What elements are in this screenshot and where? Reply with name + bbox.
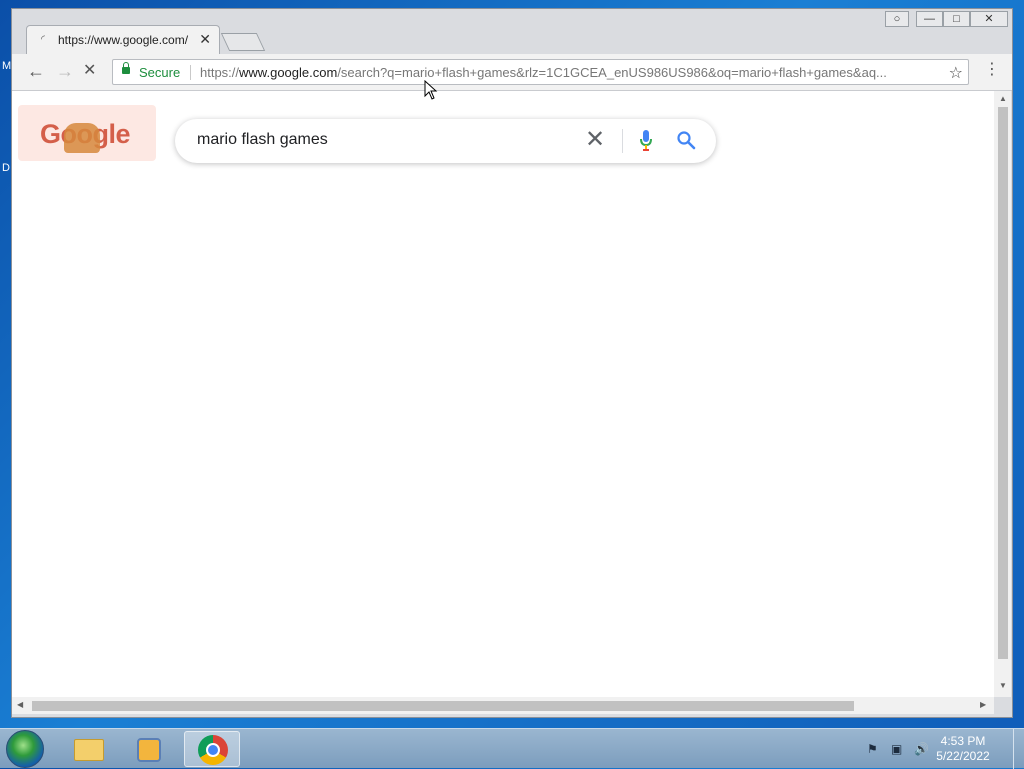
vertical-scroll-thumb[interactable]: [998, 107, 1008, 659]
loading-spinner-icon: ◜: [41, 34, 45, 45]
lock-icon: [122, 62, 130, 74]
taskbar-media-player-button[interactable]: [120, 731, 176, 767]
scroll-right-arrow-icon[interactable]: ▶: [980, 700, 986, 709]
search-icon[interactable]: [676, 130, 696, 150]
network-icon[interactable]: ▣: [891, 742, 905, 756]
bookmark-star-icon[interactable]: ☆: [949, 63, 963, 83]
maximize-button[interactable]: □: [943, 11, 970, 27]
desktop-text-fragment: M: [2, 60, 12, 72]
url-path: /search?q=mario+flash+games&rlz=1C1GCEA_…: [337, 65, 887, 80]
stop-loading-button[interactable]: ✕: [83, 62, 96, 80]
start-button[interactable]: [6, 730, 44, 768]
chrome-window: ◜ https://www.google.com/ ✕ ○ — □ ✕ ← → …: [11, 8, 1013, 718]
back-button[interactable]: ←: [27, 62, 45, 80]
chrome-menu-icon[interactable]: ⋮: [984, 62, 1000, 78]
tab-close-icon[interactable]: ✕: [199, 31, 211, 48]
minimize-button[interactable]: —: [916, 11, 943, 27]
url-scheme: https://: [200, 65, 240, 80]
taskbar-explorer-button[interactable]: [60, 731, 116, 767]
search-divider: [622, 129, 623, 153]
vertical-scrollbar[interactable]: ▲ ▼: [994, 91, 1011, 697]
tab-google-search[interactable]: ◜ https://www.google.com/ ✕: [26, 25, 220, 54]
folder-icon: [74, 739, 104, 761]
desktop-text-fragment: D: [2, 162, 10, 174]
horizontal-scroll-thumb[interactable]: [32, 701, 854, 711]
address-bar[interactable]: Secure https://www.google.com/search?q=m…: [112, 59, 969, 85]
action-center-icon[interactable]: ⚑: [867, 742, 881, 756]
taskbar: ⚑ ▣ 🔊 4:53 PM 5/22/2022: [0, 728, 1024, 769]
mouse-pointer-icon: [424, 80, 438, 100]
system-clock[interactable]: 4:53 PM 5/22/2022: [919, 734, 1007, 764]
search-box[interactable]: mario flash games ✕: [175, 119, 716, 163]
tab-strip: ◜ https://www.google.com/ ✕ ○ — □ ✕: [12, 9, 1012, 54]
new-tab-button[interactable]: [220, 33, 266, 51]
url-host: www.google.com: [239, 65, 338, 80]
tab-title: https://www.google.com/: [58, 33, 189, 47]
microphone-icon[interactable]: [640, 130, 652, 152]
doodle-figure-image: [64, 123, 100, 153]
search-input[interactable]: mario flash games: [197, 131, 328, 149]
clear-search-icon[interactable]: ✕: [585, 126, 605, 154]
scroll-up-arrow-icon[interactable]: ▲: [999, 94, 1007, 103]
scroll-down-arrow-icon[interactable]: ▼: [999, 681, 1007, 690]
forward-button[interactable]: →: [56, 62, 74, 80]
chrome-icon: [198, 735, 228, 765]
taskbar-chrome-button[interactable]: [184, 731, 240, 767]
google-doodle-logo[interactable]: Google: [18, 105, 156, 161]
close-window-button[interactable]: ✕: [970, 11, 1008, 27]
media-player-icon: [137, 738, 161, 762]
horizontal-scrollbar[interactable]: ◀ ▶: [12, 697, 994, 714]
clock-date: 5/22/2022: [936, 749, 990, 763]
clock-time: 4:53 PM: [940, 734, 986, 748]
secure-label: Secure: [139, 65, 181, 80]
browser-toolbar: ← → ✕ Secure https://www.google.com/sear…: [12, 54, 1012, 91]
omnibox-divider: [190, 65, 191, 80]
scroll-left-arrow-icon[interactable]: ◀: [17, 700, 23, 709]
show-desktop-button[interactable]: [1013, 729, 1024, 769]
profile-button[interactable]: ○: [885, 11, 909, 27]
page-viewport: Google mario flash games ✕: [12, 91, 994, 697]
url-text[interactable]: https://www.google.com/search?q=mario+fl…: [200, 65, 940, 80]
